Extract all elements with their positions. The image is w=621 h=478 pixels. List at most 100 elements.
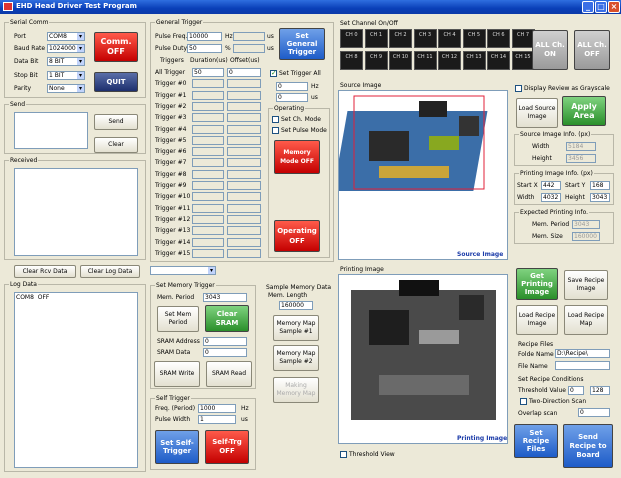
- channel-button[interactable]: CH 4: [438, 29, 461, 48]
- pulse-freq-input[interactable]: 10000: [187, 32, 222, 41]
- channel-button[interactable]: CH 2: [389, 29, 412, 48]
- trigger-offset-input[interactable]: [227, 124, 261, 134]
- channel-button[interactable]: CH 5: [462, 29, 486, 48]
- grayscale-checkbox[interactable]: [515, 85, 522, 92]
- trigger-offset-input[interactable]: [227, 90, 261, 100]
- all-ch-on-button[interactable]: ALL Ch. ON: [532, 30, 568, 70]
- exp-mem-period-input[interactable]: 3043: [572, 220, 600, 229]
- making-memory-map-button[interactable]: Making Memory Map: [273, 377, 319, 403]
- start-y-input[interactable]: 168: [590, 181, 610, 190]
- trigger-offset-input[interactable]: [227, 203, 261, 213]
- clear-send-button[interactable]: Clear: [94, 137, 138, 153]
- threshold-min-input[interactable]: 0: [568, 386, 584, 395]
- start-x-input[interactable]: 442: [541, 181, 561, 190]
- apply-area-button[interactable]: Apply Area: [562, 96, 606, 126]
- trigger-duration-input[interactable]: [192, 147, 224, 157]
- set-trigger-all-checkbox[interactable]: [270, 69, 277, 77]
- send-textbox[interactable]: [14, 112, 88, 149]
- trigger-duration-input[interactable]: 50: [192, 68, 224, 77]
- quit-button[interactable]: QUIT: [94, 72, 138, 92]
- minimize-button[interactable]: _: [582, 1, 594, 13]
- threshold-max-input[interactable]: 128: [590, 386, 610, 395]
- channel-button[interactable]: CH 14: [487, 51, 510, 70]
- load-recipe-map-button[interactable]: Load Recipe Map: [564, 305, 608, 335]
- source-height-input[interactable]: 3456: [566, 154, 596, 163]
- memory-map-sample-1-button[interactable]: Memory Map Sample #1: [273, 315, 319, 341]
- channel-button[interactable]: CH 8: [340, 51, 363, 70]
- trigger-offset-input[interactable]: [227, 181, 261, 190]
- trigger-offset-input[interactable]: [227, 113, 261, 123]
- trigger-duration-input[interactable]: [192, 79, 224, 89]
- trigger-duration-input[interactable]: [192, 90, 224, 100]
- mem-period-input[interactable]: 3043: [203, 293, 247, 302]
- load-recipe-image-button[interactable]: Load Recipe Image: [516, 305, 558, 335]
- channel-button[interactable]: CH 6: [487, 29, 510, 48]
- trigger-offset-input[interactable]: [227, 135, 261, 145]
- misc-select[interactable]: [150, 266, 216, 275]
- print-height-input[interactable]: 3043: [590, 193, 610, 202]
- set-recipe-files-button[interactable]: Set Recipe Files: [514, 424, 558, 458]
- trigger-duration-input[interactable]: [192, 113, 224, 123]
- data-bit-select[interactable]: 8 BIT: [47, 57, 85, 66]
- trigger-offset-input[interactable]: [227, 147, 261, 157]
- set-pulse-mode-checkbox[interactable]: [272, 127, 279, 134]
- set-mem-period-button[interactable]: Set Mem Period: [157, 306, 199, 332]
- sram-read-button[interactable]: SRAM Read: [206, 361, 252, 387]
- trigger-duration-input[interactable]: [192, 135, 224, 145]
- set-self-trigger-button[interactable]: Set Self-Trigger: [155, 430, 199, 464]
- channel-button[interactable]: CH 10: [389, 51, 412, 70]
- clear-sram-button[interactable]: Clear SRAM: [205, 305, 249, 332]
- trigger-offset-input[interactable]: [227, 169, 261, 179]
- sram-data-input[interactable]: 0: [203, 348, 247, 357]
- maximize-button[interactable]: □: [595, 1, 607, 13]
- clear-log-data-button[interactable]: Clear Log Data: [80, 265, 140, 278]
- sram-write-button[interactable]: SRAM Write: [154, 361, 200, 387]
- trigger-offset-input[interactable]: [227, 214, 261, 224]
- trigger-duration-input[interactable]: [192, 101, 224, 111]
- memory-map-sample-2-button[interactable]: Memory Map Sample #2: [273, 345, 319, 371]
- trigger-offset-input[interactable]: [227, 158, 261, 168]
- trigger-offset-input[interactable]: 0: [227, 68, 261, 77]
- self-freq-input[interactable]: 1000: [198, 404, 236, 413]
- trigger-duration-input[interactable]: [192, 203, 224, 213]
- trigger-duration-input[interactable]: [192, 248, 224, 258]
- received-textbox[interactable]: [14, 168, 138, 256]
- file-name-input[interactable]: [555, 361, 610, 370]
- parity-select[interactable]: None: [47, 84, 85, 93]
- trigger-duration-input[interactable]: [192, 226, 224, 236]
- load-source-image-button[interactable]: Load Source Image: [516, 98, 558, 128]
- trigger-duration-input[interactable]: [192, 214, 224, 224]
- sram-address-input[interactable]: 0: [203, 337, 247, 346]
- trigger-offset-input[interactable]: [227, 237, 261, 247]
- source-width-input[interactable]: 5184: [566, 142, 596, 151]
- save-recipe-image-button[interactable]: Save Recipe Image: [564, 270, 608, 300]
- channel-button[interactable]: CH 9: [364, 51, 388, 70]
- memory-mode-button[interactable]: Memory Mode OFF: [274, 140, 320, 174]
- mem-length-input[interactable]: 160000: [279, 301, 313, 310]
- stop-bit-select[interactable]: 1 BIT: [47, 71, 85, 80]
- baud-select[interactable]: 1024000: [47, 44, 85, 53]
- set-ch-mode-checkbox[interactable]: [272, 116, 279, 123]
- pulse-duty-us-input[interactable]: [233, 44, 265, 53]
- clear-rcv-data-button[interactable]: Clear Rcv Data: [14, 265, 76, 278]
- comm-off-button[interactable]: Comm. OFF: [94, 32, 138, 62]
- trigger-duration-input[interactable]: [192, 158, 224, 168]
- channel-button[interactable]: CH 3: [413, 29, 437, 48]
- port-select[interactable]: COM8: [47, 32, 85, 41]
- pulse-duty-input[interactable]: 50: [187, 44, 222, 53]
- close-button[interactable]: ×: [608, 1, 620, 13]
- pulse-width-input[interactable]: 1: [198, 415, 236, 424]
- print-width-input[interactable]: 4032: [541, 193, 561, 202]
- all-ch-off-button[interactable]: ALL Ch. OFF: [574, 30, 610, 70]
- trigger-all-hz-input[interactable]: 0: [276, 82, 308, 91]
- threshold-view-checkbox[interactable]: [340, 451, 347, 458]
- send-recipe-to-board-button[interactable]: Send Recipe to Board: [563, 424, 613, 468]
- trigger-offset-input[interactable]: [227, 248, 261, 258]
- trigger-duration-input[interactable]: [192, 192, 224, 202]
- set-general-trigger-button[interactable]: Set General Trigger: [279, 28, 325, 60]
- trigger-offset-input[interactable]: [227, 226, 261, 236]
- trigger-offset-input[interactable]: [227, 101, 261, 111]
- pulse-freq-us-input[interactable]: [233, 32, 265, 41]
- trigger-offset-input[interactable]: [227, 192, 261, 202]
- trigger-all-us-input[interactable]: 0: [276, 93, 308, 102]
